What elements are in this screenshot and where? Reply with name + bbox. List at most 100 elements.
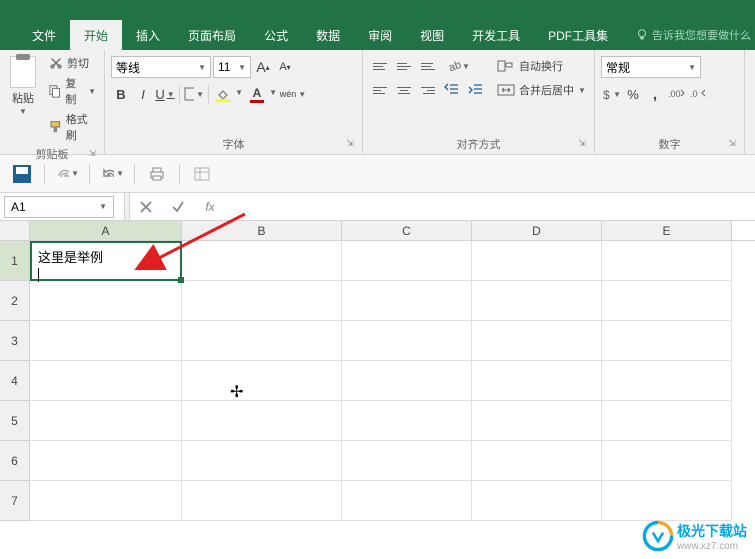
- col-header-e[interactable]: E: [602, 221, 732, 240]
- cell[interactable]: [182, 241, 342, 281]
- select-all-button[interactable]: [0, 221, 30, 240]
- cell[interactable]: [182, 321, 342, 361]
- row-header-5[interactable]: 5: [0, 401, 30, 441]
- cancel-button[interactable]: [134, 195, 158, 219]
- col-header-d[interactable]: D: [472, 221, 602, 240]
- cell[interactable]: [472, 481, 602, 521]
- cell[interactable]: [602, 321, 732, 361]
- cell[interactable]: [30, 441, 182, 481]
- font-color-button[interactable]: A ▼: [247, 84, 267, 104]
- cell[interactable]: [472, 241, 602, 281]
- tab-pdf-tools[interactable]: PDF工具集: [534, 20, 622, 50]
- merge-center-button[interactable]: 合并后居中 ▼: [495, 80, 588, 100]
- save-button[interactable]: [10, 162, 34, 186]
- tab-view[interactable]: 视图: [406, 20, 458, 50]
- cell[interactable]: [30, 361, 182, 401]
- cell[interactable]: [342, 361, 472, 401]
- bold-button[interactable]: B: [111, 84, 131, 104]
- font-dialog-launcher[interactable]: ⇲: [344, 138, 356, 150]
- cell[interactable]: [472, 401, 602, 441]
- align-center-button[interactable]: [393, 80, 415, 100]
- tab-formulas[interactable]: 公式: [250, 20, 302, 50]
- align-left-button[interactable]: [369, 80, 391, 100]
- number-format-combo[interactable]: 常规 ▼: [601, 56, 701, 78]
- col-header-c[interactable]: C: [342, 221, 472, 240]
- cell[interactable]: [30, 481, 182, 521]
- cell[interactable]: [182, 481, 342, 521]
- cell[interactable]: [342, 241, 472, 281]
- cell[interactable]: [342, 441, 472, 481]
- increase-font-button[interactable]: A▴: [253, 57, 273, 77]
- increase-decimal-button[interactable]: .00: [667, 84, 687, 104]
- font-name-combo[interactable]: 等线 ▼: [111, 56, 211, 78]
- cell[interactable]: [472, 321, 602, 361]
- cell[interactable]: [182, 441, 342, 481]
- comma-button[interactable]: ,: [645, 84, 665, 104]
- underline-button[interactable]: U▼: [155, 84, 175, 104]
- tab-home[interactable]: 开始: [70, 20, 122, 50]
- row-header-4[interactable]: 4: [0, 361, 30, 401]
- align-right-button[interactable]: [417, 80, 439, 100]
- cell[interactable]: [472, 281, 602, 321]
- active-cell-a1[interactable]: 这里是举例: [30, 241, 182, 281]
- percent-button[interactable]: %: [623, 84, 643, 104]
- row-header-2[interactable]: 2: [0, 281, 30, 321]
- italic-button[interactable]: I: [133, 84, 153, 104]
- cell[interactable]: [342, 401, 472, 441]
- row-header-7[interactable]: 7: [0, 481, 30, 521]
- name-box[interactable]: A1 ▼: [4, 196, 114, 218]
- cell[interactable]: [182, 401, 342, 441]
- redo-button[interactable]: ▼: [55, 162, 79, 186]
- tab-review[interactable]: 审阅: [354, 20, 406, 50]
- tell-me-search[interactable]: 告诉我您想要做什么: [635, 27, 755, 43]
- cell[interactable]: [602, 441, 732, 481]
- cell[interactable]: [472, 361, 602, 401]
- undo-button[interactable]: ▼: [100, 162, 124, 186]
- qat-button[interactable]: [190, 162, 214, 186]
- fill-handle[interactable]: [178, 277, 184, 283]
- row-header-6[interactable]: 6: [0, 441, 30, 481]
- cell[interactable]: [472, 441, 602, 481]
- cell[interactable]: [182, 361, 342, 401]
- increase-indent-button[interactable]: [465, 80, 487, 100]
- font-size-combo[interactable]: 11 ▼: [213, 56, 251, 78]
- cell[interactable]: [342, 481, 472, 521]
- border-button[interactable]: ▼: [184, 84, 204, 104]
- tab-page-layout[interactable]: 页面布局: [174, 20, 250, 50]
- decrease-decimal-button[interactable]: .0: [689, 84, 709, 104]
- align-top-button[interactable]: [369, 56, 391, 76]
- cells-area[interactable]: 这里是举例: [30, 241, 732, 521]
- paste-button[interactable]: 粘贴 ▼: [6, 54, 40, 118]
- enter-button[interactable]: [166, 195, 190, 219]
- alignment-dialog-launcher[interactable]: ⇲: [576, 138, 588, 150]
- tab-insert[interactable]: 插入: [122, 20, 174, 50]
- cell[interactable]: [602, 401, 732, 441]
- number-dialog-launcher[interactable]: ⇲: [726, 138, 738, 150]
- align-bottom-button[interactable]: [417, 56, 439, 76]
- row-header-1[interactable]: 1: [0, 241, 30, 281]
- copy-button[interactable]: 复制 ▼: [46, 74, 98, 108]
- col-header-a[interactable]: A: [30, 221, 182, 240]
- tab-developer[interactable]: 开发工具: [458, 20, 534, 50]
- cell[interactable]: [30, 281, 182, 321]
- cell[interactable]: [182, 281, 342, 321]
- formula-input[interactable]: [226, 196, 755, 218]
- cell[interactable]: [30, 321, 182, 361]
- insert-function-button[interactable]: fx: [198, 195, 222, 219]
- align-middle-button[interactable]: [393, 56, 415, 76]
- tab-data[interactable]: 数据: [302, 20, 354, 50]
- cut-button[interactable]: 剪切: [46, 54, 98, 72]
- cell[interactable]: [30, 401, 182, 441]
- accounting-format-button[interactable]: $ ▼: [601, 84, 621, 104]
- cell[interactable]: [602, 481, 732, 521]
- format-painter-button[interactable]: 格式刷: [46, 110, 98, 144]
- cell[interactable]: [602, 241, 732, 281]
- col-header-b[interactable]: B: [182, 221, 342, 240]
- wrap-text-button[interactable]: 自动换行: [495, 56, 588, 76]
- decrease-indent-button[interactable]: [441, 80, 463, 100]
- cell[interactable]: [602, 281, 732, 321]
- cell[interactable]: [342, 281, 472, 321]
- phonetic-button[interactable]: wén ▼: [283, 84, 303, 104]
- fill-color-button[interactable]: ▼: [213, 84, 233, 104]
- decrease-font-button[interactable]: A▾: [275, 57, 295, 77]
